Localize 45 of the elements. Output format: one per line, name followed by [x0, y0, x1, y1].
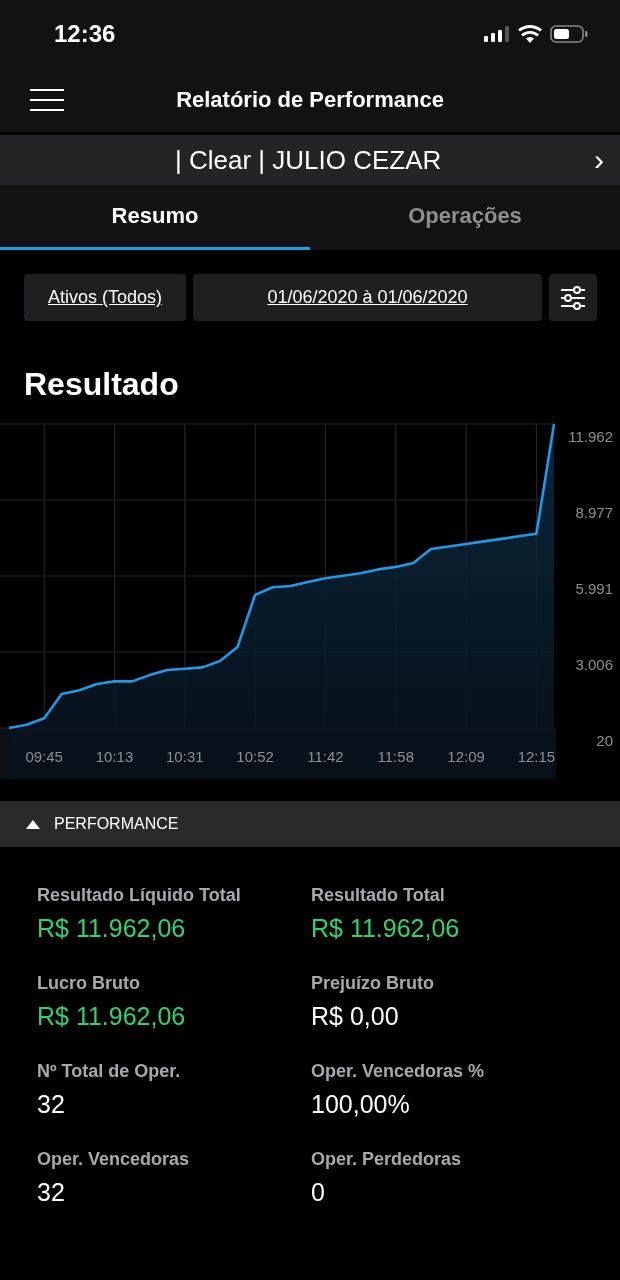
stat-value: 100,00%	[311, 1090, 411, 1119]
assets-filter[interactable]: Ativos (Todos)	[24, 274, 186, 321]
x-axis-label: 10:31	[166, 748, 204, 765]
tab[interactable]: Operações	[310, 185, 620, 250]
stat-label: Oper. Vencedoras	[37, 1149, 191, 1170]
stat-label: Resultado Total	[311, 885, 446, 906]
y-axis-label: 5.991	[575, 580, 613, 597]
performance-header[interactable]: PERFORMANCE	[0, 801, 620, 847]
y-axis-label: 3.006	[575, 656, 613, 673]
y-axis-label: 8.977	[575, 504, 613, 521]
sliders-icon	[560, 285, 586, 310]
date-range-filter[interactable]: 01/06/2020 à 01/06/2020	[193, 274, 542, 321]
stat-label: Oper. Vencedoras %	[311, 1061, 486, 1082]
stat-label: Oper. Perdedoras	[311, 1149, 463, 1170]
stat-value: R$ 11.962,06	[37, 1002, 187, 1031]
section-title: Resultado	[24, 365, 180, 404]
y-axis-label: 20	[596, 732, 613, 749]
tab[interactable]: Resumo	[0, 185, 310, 250]
battery-icon	[550, 25, 588, 43]
stat-label: Nº Total de Oper.	[37, 1061, 182, 1082]
stat-value: R$ 11.962,06	[311, 914, 461, 943]
x-axis-label: 10:13	[95, 748, 134, 765]
stat-label: Lucro Bruto	[37, 973, 141, 994]
x-axis-label: 11:42	[307, 748, 344, 765]
wifi-icon	[518, 25, 542, 43]
signal-icon	[484, 26, 510, 42]
stat-value: 32	[37, 1090, 66, 1119]
x-axis-label: 11:58	[377, 748, 414, 765]
stat-label: Resultado Líquido Total	[37, 885, 242, 906]
x-axis-label: 12:09	[447, 748, 485, 765]
stat-label: Prejuízo Bruto	[311, 973, 435, 994]
stat-value: R$ 0,00	[311, 1002, 400, 1031]
y-axis-label: 11.962	[568, 428, 613, 445]
page-title: Relatório de Performance	[176, 87, 444, 113]
stat-value: 0	[311, 1178, 326, 1207]
x-axis-label: 09:45	[25, 748, 63, 765]
stat-value: 32	[37, 1178, 66, 1207]
x-axis-label: 10:52	[236, 748, 274, 765]
stat-value: R$ 11.962,06	[37, 914, 187, 943]
x-axis-label: 12:15	[517, 748, 556, 765]
filter-settings-button[interactable]	[549, 274, 597, 321]
menu-icon[interactable]	[30, 88, 64, 112]
status-time: 12:36	[54, 20, 116, 48]
caret-icon	[26, 819, 40, 829]
account-selector[interactable]: | Clear | JULIO CEZAR ›	[0, 135, 620, 185]
